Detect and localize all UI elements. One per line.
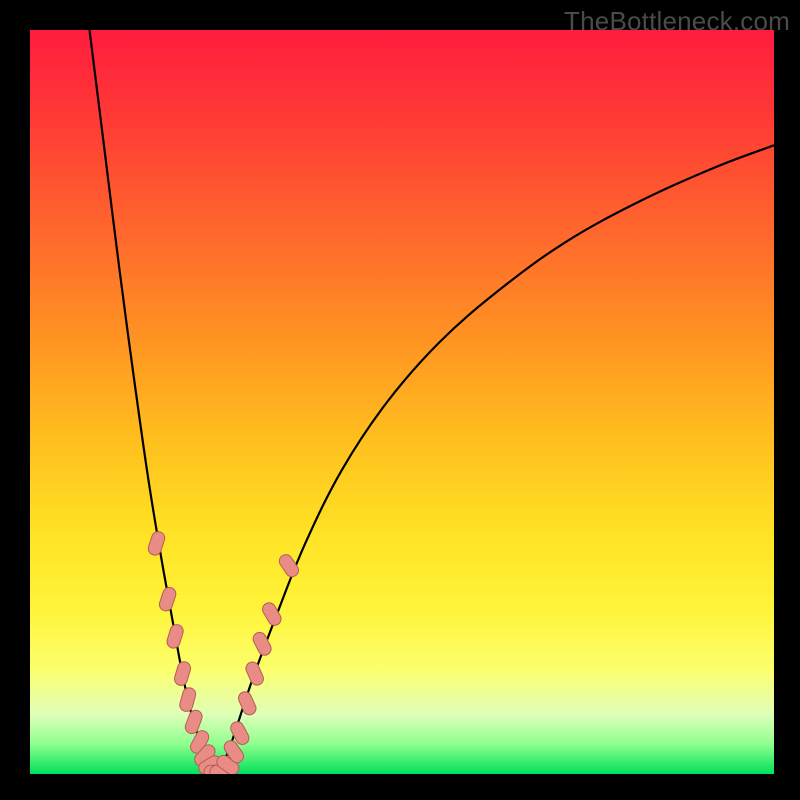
watermark-text: TheBottleneck.com (564, 6, 790, 37)
data-marker (165, 623, 184, 650)
curve-layer (30, 30, 774, 774)
left-branch-path (90, 30, 216, 774)
data-marker (178, 686, 197, 713)
plot-area (30, 30, 774, 774)
data-marker (236, 690, 258, 717)
right-branch-path (216, 145, 774, 774)
data-marker (147, 530, 167, 557)
data-marker (244, 660, 266, 687)
outer-frame: TheBottleneck.com (0, 0, 800, 800)
marker-group (147, 530, 301, 774)
data-marker (277, 552, 301, 579)
data-marker (173, 660, 192, 687)
data-marker (158, 586, 178, 613)
